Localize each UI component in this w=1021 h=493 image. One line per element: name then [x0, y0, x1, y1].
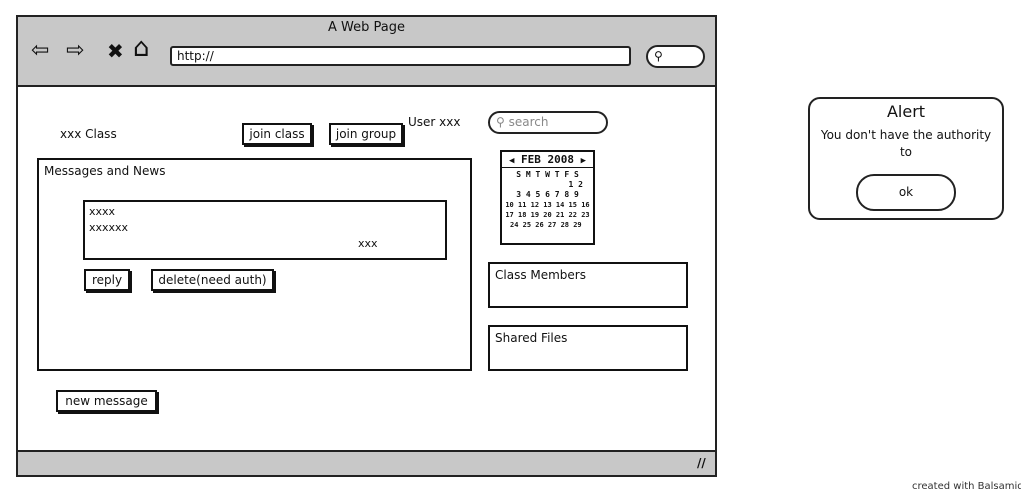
resize-grip-icon[interactable]: // — [697, 456, 706, 470]
status-bar — [18, 450, 715, 475]
calendar-week[interactable]: 1 2 — [502, 180, 593, 190]
calendar[interactable]: ◀ FEB 2008 ▶ S M T W T F S 1 2 3 4 5 6 7… — [500, 150, 595, 245]
calendar-week[interactable]: 10 11 12 13 14 15 16 — [502, 200, 593, 210]
messages-panel: Messages and News — [37, 158, 472, 371]
calendar-week[interactable]: 3 4 5 6 7 8 9 — [502, 190, 593, 200]
join-class-button[interactable]: join class — [242, 123, 312, 145]
class-members-panel: Class Members — [488, 262, 688, 308]
calendar-week[interactable]: 17 18 19 20 21 22 23 — [502, 210, 593, 220]
messages-title: Messages and News — [44, 164, 166, 178]
user-label: User xxx — [408, 115, 461, 129]
search-icon: ⚲ — [496, 115, 505, 129]
calendar-week[interactable]: 24 25 26 27 28 29 — [502, 220, 593, 230]
calendar-weekdays: S M T W T F S — [516, 170, 579, 179]
calendar-month: FEB 2008 — [521, 153, 574, 166]
search-placeholder: search — [508, 115, 549, 129]
home-icon[interactable]: ⌂ — [133, 35, 150, 61]
search-input[interactable]: ⚲ search — [488, 111, 608, 134]
message-line-1: xxxx — [89, 205, 116, 218]
back-arrow-icon[interactable]: ⇦ — [31, 40, 49, 62]
window-title: A Web Page — [328, 20, 405, 35]
message-item[interactable] — [83, 200, 447, 260]
join-group-button[interactable]: join group — [329, 123, 403, 145]
message-line-3: xxx — [358, 237, 378, 250]
next-month-icon[interactable]: ▶ — [581, 156, 586, 166]
alert-message: You don't have the authority to — [820, 128, 992, 159]
reply-button[interactable]: reply — [84, 269, 130, 291]
shared-files-panel: Shared Files — [488, 325, 688, 371]
shared-files-title: Shared Files — [495, 331, 568, 345]
address-bar[interactable]: http:// — [170, 46, 631, 66]
search-icon: ⚲ — [654, 49, 663, 63]
browser-search-button[interactable]: ⚲ — [646, 45, 705, 68]
new-message-button[interactable]: new message — [56, 390, 157, 412]
stop-icon[interactable]: ✖ — [107, 40, 124, 62]
delete-button[interactable]: delete(need auth) — [151, 269, 274, 291]
prev-month-icon[interactable]: ◀ — [509, 156, 514, 166]
ok-button[interactable]: ok — [856, 174, 956, 211]
message-line-2: xxxxxx — [89, 221, 129, 234]
class-members-title: Class Members — [495, 268, 586, 282]
forward-arrow-icon[interactable]: ⇨ — [66, 40, 84, 62]
class-name-label: xxx Class — [60, 127, 117, 141]
alert-title: Alert — [886, 102, 926, 121]
footer-credit: created with Balsamiq M — [912, 481, 1021, 492]
calendar-header: ◀ FEB 2008 ▶ — [502, 152, 593, 168]
